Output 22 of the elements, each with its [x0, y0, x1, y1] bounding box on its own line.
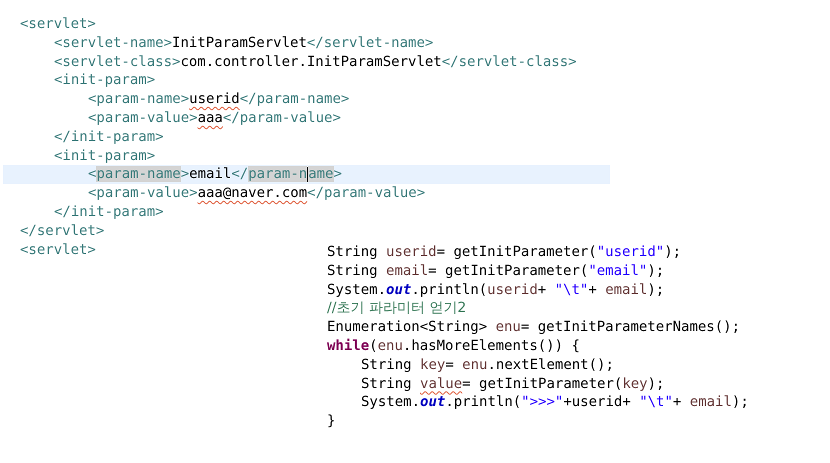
code-line: while(enu.hasMoreElements()) {: [327, 336, 580, 356]
code-line: </servlet>: [19, 222, 104, 241]
code-line: <param-value>aaa@naver.com</param-value>: [87, 184, 426, 203]
code-line: </init-param>: [53, 128, 164, 147]
code-line: <servlet-class>com.controller.InitParamServlet</servlet-class>: [53, 52, 577, 72]
code-line: <param-name>userid</param-name>: [87, 90, 350, 109]
code-line: <servlet-name>InitParamServlet</servlet-name>: [53, 34, 434, 53]
code-line: <param-value>aaa</param-value>: [87, 108, 341, 128]
code-line: <servlet>: [19, 15, 96, 34]
code-line: <init-param>: [53, 146, 156, 166]
code-line: System.out.println(">>>"+userid+ "\t"+ email);: [360, 393, 749, 412]
code-line: }: [327, 412, 336, 431]
code-line: <servlet>: [19, 240, 96, 260]
code-line: //초기 파라미터 얻기2: [327, 299, 466, 318]
code-line: Enumeration<String> enu= getInitParameterNames();: [327, 318, 740, 337]
code-line: </init-param>: [53, 202, 164, 222]
code-line: System.out.println(userid+ "\t"+ email);: [327, 280, 664, 300]
code-line: String userid= getInitParameter("userid");: [327, 243, 682, 262]
code-line: String value= getInitParameter(key);: [360, 374, 664, 394]
code-line: String email= getInitParameter("email");: [327, 262, 664, 281]
code-line: String key= enu.nextElement();: [360, 356, 614, 375]
code-line: <init-param>: [53, 71, 156, 90]
